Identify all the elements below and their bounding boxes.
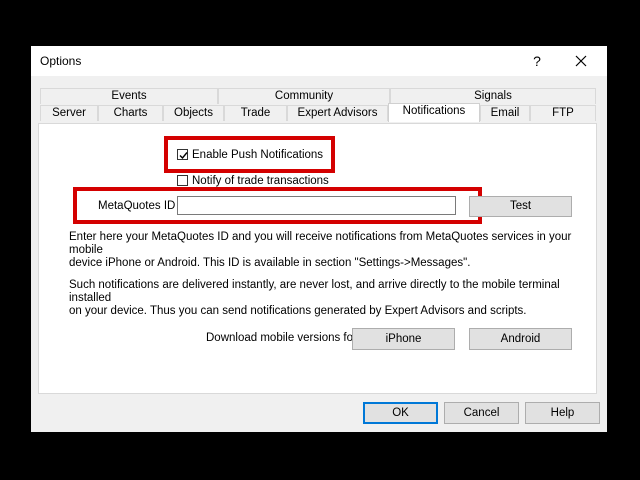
- tab-events[interactable]: Events: [40, 88, 218, 104]
- metaquotes-id-label: MetaQuotes ID: [98, 200, 176, 212]
- help-button[interactable]: Help: [525, 402, 600, 424]
- info1-line1: Enter here your MetaQuotes ID and you wi…: [69, 231, 572, 256]
- tab-objects[interactable]: Objects: [163, 105, 224, 121]
- info2-line1: Such notifications are delivered instant…: [69, 279, 560, 304]
- help-icon[interactable]: ?: [525, 50, 549, 72]
- close-icon[interactable]: [569, 50, 593, 72]
- enable-push-label: Enable Push Notifications: [192, 149, 324, 161]
- test-button[interactable]: Test: [469, 196, 572, 217]
- metaquotes-id-input[interactable]: [177, 196, 456, 215]
- info2-line2: on your device. Thus you can send notifi…: [69, 305, 527, 317]
- info-paragraph-2: Such notifications are delivered instant…: [69, 279, 596, 318]
- tab-server[interactable]: Server: [40, 105, 98, 121]
- notify-trade-label: Notify of trade transactions: [192, 175, 329, 187]
- notifications-panel: Enable Push Notifications Notify of trad…: [38, 123, 597, 394]
- android-button[interactable]: Android: [469, 328, 572, 350]
- tab-charts[interactable]: Charts: [98, 105, 163, 121]
- iphone-button[interactable]: iPhone: [352, 328, 455, 350]
- tab-signals[interactable]: Signals: [390, 88, 596, 104]
- tab-trade[interactable]: Trade: [224, 105, 287, 121]
- info-paragraph-1: Enter here your MetaQuotes ID and you wi…: [69, 231, 596, 270]
- title-bar: Options ?: [31, 46, 607, 76]
- info1-line2: device iPhone or Android. This ID is ava…: [69, 257, 471, 269]
- tab-row-bottom: Server Charts Objects Trade Expert Advis…: [31, 103, 607, 122]
- window-title: Options: [40, 54, 82, 68]
- tab-email[interactable]: Email: [480, 105, 530, 121]
- ok-button[interactable]: OK: [363, 402, 438, 424]
- checkmark-icon: [179, 152, 188, 160]
- tab-row-top: Events Community Signals: [31, 88, 607, 104]
- tab-ftp[interactable]: FTP: [530, 105, 596, 121]
- tab-notifications[interactable]: Notifications: [388, 103, 480, 122]
- notify-trade-checkbox[interactable]: [177, 175, 188, 186]
- cancel-button[interactable]: Cancel: [444, 402, 519, 424]
- tab-expert-advisors[interactable]: Expert Advisors: [287, 105, 388, 121]
- enable-push-checkbox[interactable]: [177, 149, 188, 160]
- options-dialog: Options ? Events Community Signals Serve…: [31, 46, 607, 432]
- download-label: Download mobile versions for:: [206, 332, 361, 344]
- tab-community[interactable]: Community: [218, 88, 390, 104]
